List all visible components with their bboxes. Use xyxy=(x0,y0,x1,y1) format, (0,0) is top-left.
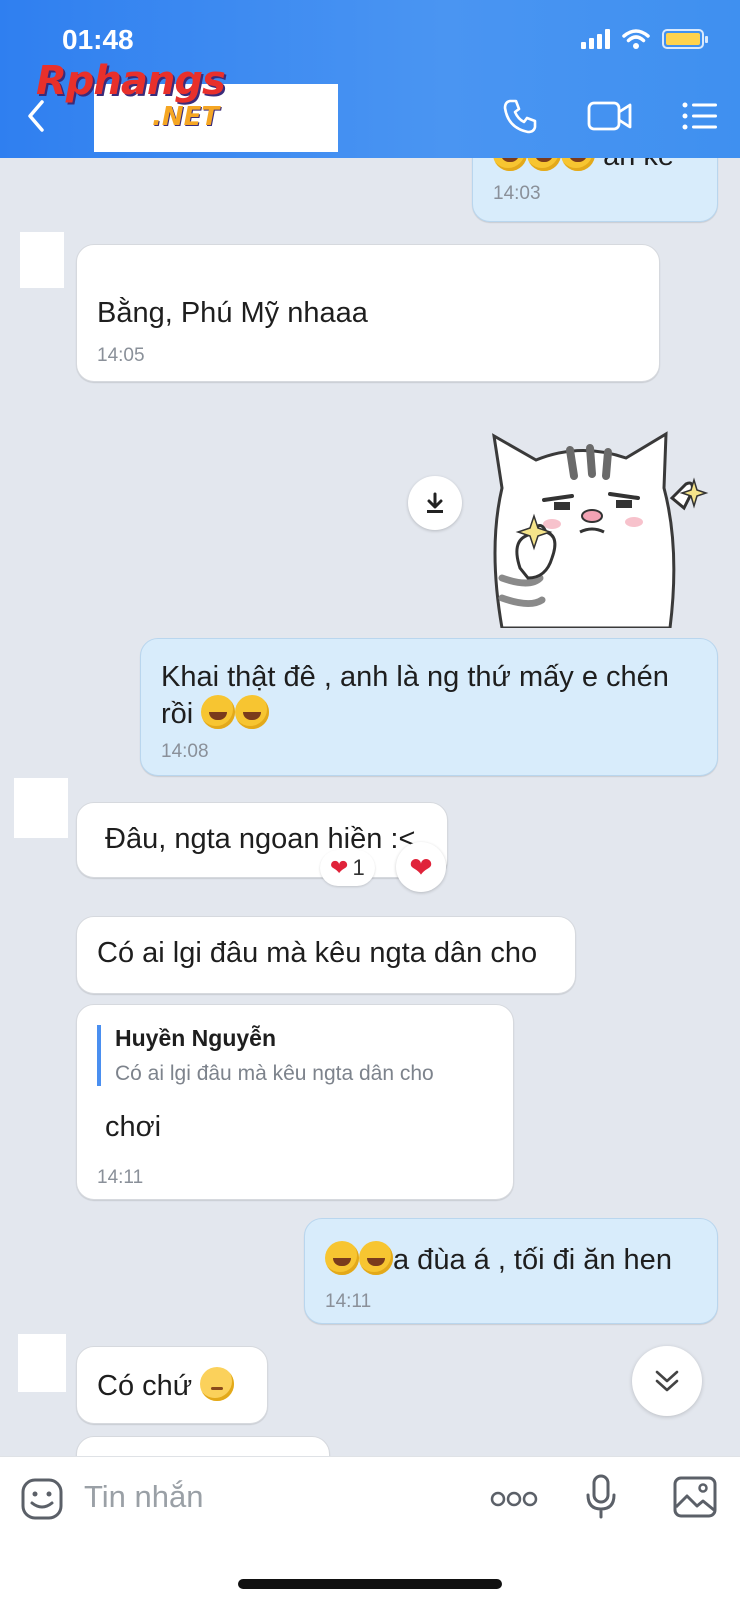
react-button[interactable]: ❤ xyxy=(396,842,446,892)
download-button[interactable] xyxy=(408,476,462,530)
message-time: 14:11 xyxy=(325,1291,372,1312)
reply-quote[interactable]: Huyền Nguyễn Có ai lgi đâu mà kêu ngta d… xyxy=(97,1025,434,1086)
mic-icon[interactable] xyxy=(584,1473,618,1521)
message-text: rồi xyxy=(161,698,194,730)
avatar[interactable] xyxy=(18,1334,66,1392)
message-bubble-in[interactable]: Đâu, ngta ngoan hiền :< xyxy=(76,802,448,878)
rofl-emoji xyxy=(325,1241,359,1275)
message-text: Khai thật đê , anh là ng thứ mấy e chén xyxy=(161,661,669,693)
avatar[interactable] xyxy=(14,778,68,838)
home-indicator xyxy=(238,1579,502,1589)
signal-icon xyxy=(581,29,610,49)
sticker-icon[interactable] xyxy=(20,1477,64,1521)
menu-icon[interactable] xyxy=(680,96,720,136)
image-icon[interactable] xyxy=(672,1475,718,1519)
status-icons xyxy=(581,28,708,50)
message-bubble-in[interactable]: Có chứ xyxy=(76,1346,268,1424)
message-text: a đùa á , tối đi ăn hen xyxy=(393,1244,672,1276)
message-time: 14:03 xyxy=(493,183,541,204)
rofl-emoji xyxy=(359,1241,393,1275)
message-bubble-out[interactable]: Khai thật đê , anh là ng thứ mấy e chén … xyxy=(140,638,718,776)
battery-icon xyxy=(662,29,708,49)
message-time: 14:11 xyxy=(97,1167,144,1188)
rofl-emoji xyxy=(201,695,236,729)
watermark-logo: Rphangs .NET xyxy=(36,58,226,132)
rofl-emoji xyxy=(235,695,270,729)
message-text: Bằng, Phú Mỹ nhaaa xyxy=(97,297,368,329)
cat-sticker[interactable] xyxy=(480,428,720,628)
phone-icon[interactable] xyxy=(500,96,540,136)
message-list[interactable]: ăn kê 14:03 Bằng, Phú Mỹ nhaaa 14:05 Kha… xyxy=(0,158,740,1456)
quote-text: Có ai lgi đâu mà kêu ngta dân cho xyxy=(115,1062,434,1085)
message-bubble-in[interactable]: Bằng, Phú Mỹ nhaaa 14:05 xyxy=(76,244,660,382)
chat-header: 01:48 Rphangs .NET xyxy=(0,0,740,158)
wifi-icon xyxy=(622,29,650,49)
message-text: Có chứ xyxy=(97,1370,193,1402)
scroll-down-button[interactable] xyxy=(632,1346,702,1416)
message-bubble-in[interactable] xyxy=(76,1436,330,1456)
message-time: 14:05 xyxy=(97,345,145,366)
message-input[interactable]: Tin nhắn xyxy=(84,1479,204,1515)
message-text: chơi xyxy=(105,1111,162,1143)
composer-bar: Tin nhắn xyxy=(0,1456,740,1600)
message-bubble-out[interactable]: ăn kê 14:03 xyxy=(472,158,718,222)
message-text: Đâu, ngta ngoan hiền :< xyxy=(105,823,416,855)
message-bubble-in[interactable]: Có ai lgi đâu mà kêu ngta dân cho xyxy=(76,916,576,994)
reaction-summary[interactable]: ❤ 1 xyxy=(320,850,375,886)
reaction-count: 1 xyxy=(352,855,365,880)
more-icon[interactable] xyxy=(490,1489,538,1509)
status-time: 01:48 xyxy=(62,24,134,55)
quote-author: Huyền Nguyễn xyxy=(115,1025,277,1051)
video-icon[interactable] xyxy=(586,96,634,136)
download-icon xyxy=(427,492,443,513)
message-bubble-in[interactable]: Huyền Nguyễn Có ai lgi đâu mà kêu ngta d… xyxy=(76,1004,514,1200)
scroll-down-icon xyxy=(655,1370,679,1392)
heart-icon: ❤ xyxy=(409,851,433,883)
message-text: Có ai lgi đâu mà kêu ngta dân cho xyxy=(97,937,538,969)
message-bubble-out[interactable]: a đùa á , tối đi ăn hen 14:11 xyxy=(304,1218,718,1324)
message-text: ăn kê xyxy=(603,158,674,172)
blush-emoji xyxy=(200,1367,235,1401)
message-time: 14:08 xyxy=(161,741,209,762)
avatar[interactable] xyxy=(20,232,64,288)
heart-icon: ❤ xyxy=(330,855,349,880)
